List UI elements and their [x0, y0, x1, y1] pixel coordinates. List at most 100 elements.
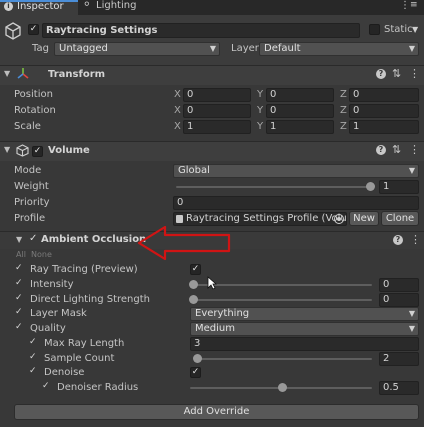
rotation-y-field[interactable]: 0 — [266, 104, 334, 118]
more-icon[interactable]: ⋮ — [400, 0, 410, 11]
weight-label: Weight — [14, 181, 49, 192]
weight-slider-track[interactable] — [176, 186, 372, 188]
profile-asset-icon — [176, 215, 183, 223]
override-check-icon[interactable]: ✓ — [15, 263, 23, 273]
volume-enabled-checkbox[interactable]: ✓ — [32, 146, 43, 157]
mode-dropdown[interactable]: Global ▼ — [173, 164, 419, 178]
sample-count-slider-thumb[interactable] — [193, 354, 202, 363]
weight-slider-thumb[interactable] — [366, 182, 375, 191]
help-icon[interactable]: ? — [376, 69, 386, 79]
axis-z-label: Z — [340, 121, 347, 132]
intensity-slider-thumb[interactable] — [189, 280, 198, 289]
layer-mask-dropdown[interactable]: Everything ▼ — [190, 307, 419, 321]
none-toggle[interactable]: None — [31, 250, 52, 259]
position-label: Position — [14, 89, 53, 100]
dls-field[interactable]: 0 — [379, 293, 419, 307]
gameobject-cube-icon — [4, 22, 22, 40]
quality-value: Medium — [195, 323, 235, 334]
tag-value: Untagged — [59, 43, 108, 54]
profile-label: Profile — [14, 213, 46, 224]
axis-x-label: X — [174, 121, 181, 132]
menu-icon[interactable]: ≡ — [410, 0, 418, 10]
clone-profile-button[interactable]: Clone — [381, 211, 419, 226]
active-checkbox[interactable]: ✓ — [28, 24, 39, 35]
axis-x-label: X — [174, 105, 181, 116]
axis-y-label: Y — [257, 121, 264, 132]
more-icon[interactable]: ⋮ — [409, 143, 420, 156]
tab-lighting[interactable]: ⚪ Lighting — [80, 0, 152, 15]
dls-slider-track[interactable] — [194, 299, 372, 301]
override-check-icon[interactable]: ✓ — [15, 293, 23, 303]
sample-count-field[interactable]: 2 — [379, 352, 419, 366]
position-x-field[interactable]: 0 — [183, 88, 251, 102]
override-check-icon[interactable]: ✓ — [29, 366, 37, 376]
quality-dropdown[interactable]: Medium ▼ — [190, 322, 419, 336]
help-icon[interactable]: ? — [376, 145, 386, 155]
chevron-down-icon: ▼ — [408, 309, 415, 318]
override-check-icon[interactable]: ✓ — [15, 307, 23, 317]
position-y-field[interactable]: 0 — [266, 88, 334, 102]
rotation-x-field[interactable]: 0 — [183, 104, 251, 118]
intensity-field[interactable]: 0 — [379, 278, 419, 292]
override-check-icon[interactable]: ✓ — [15, 322, 23, 332]
static-checkbox[interactable] — [369, 24, 380, 35]
info-icon: i — [4, 2, 13, 11]
help-icon[interactable]: ? — [393, 235, 403, 245]
tab-label: Lighting — [96, 0, 137, 11]
chevron-down-icon: ▼ — [408, 166, 415, 175]
weight-field[interactable]: 1 — [379, 180, 419, 194]
override-check-icon[interactable]: ✓ — [15, 278, 23, 288]
add-override-button[interactable]: Add Override — [14, 404, 419, 420]
presets-icon[interactable]: ⇅ — [392, 143, 401, 156]
new-profile-button[interactable]: New — [349, 211, 379, 226]
foldout-arrow-icon: ▼ — [16, 235, 23, 244]
axis-y-label: Y — [257, 89, 264, 100]
cursor-icon — [207, 276, 218, 293]
priority-label: Priority — [14, 197, 50, 208]
denoise-label: Denoise — [44, 367, 85, 378]
scale-z-field[interactable]: 1 — [349, 120, 419, 134]
scale-label: Scale — [14, 121, 41, 132]
ao-enabled-check-icon[interactable]: ✓ — [29, 233, 37, 244]
more-icon[interactable]: ⋮ — [409, 67, 420, 80]
axis-z-label: Z — [340, 89, 347, 100]
chevron-down-icon: ▼ — [209, 44, 216, 53]
denoiser-radius-field[interactable]: 0.5 — [379, 381, 419, 395]
tab-inspector[interactable]: i Inspector — [0, 0, 78, 15]
more-icon[interactable]: ⋮ — [410, 233, 421, 246]
priority-field[interactable]: 0 — [173, 196, 419, 210]
override-check-icon[interactable]: ✓ — [42, 381, 50, 391]
position-z-field[interactable]: 0 — [349, 88, 419, 102]
intensity-label: Intensity — [30, 279, 74, 290]
override-check-icon[interactable]: ✓ — [29, 352, 37, 362]
scale-x-field[interactable]: 1 — [183, 120, 251, 134]
override-check-icon[interactable]: ✓ — [29, 337, 37, 347]
chevron-down-icon: ▼ — [408, 324, 415, 333]
denoise-checkbox[interactable]: ✓ — [190, 367, 201, 378]
denoiser-radius-slider-thumb[interactable] — [278, 383, 287, 392]
static-dropdown-icon[interactable]: ▼ — [412, 25, 418, 34]
presets-icon[interactable]: ⇅ — [392, 67, 401, 80]
scale-y-field[interactable]: 1 — [266, 120, 334, 134]
object-picker-icon[interactable] — [334, 214, 344, 224]
volume-title: Volume — [48, 145, 90, 156]
dls-slider-thumb[interactable] — [189, 295, 198, 304]
transform-header[interactable]: ▼ Transform ? ⇅ ⋮ — [0, 65, 424, 85]
intensity-slider-track[interactable] — [194, 284, 372, 286]
max-ray-length-label: Max Ray Length — [44, 338, 125, 349]
tag-dropdown[interactable]: Untagged ▼ — [54, 42, 220, 56]
sample-count-slider-track[interactable] — [198, 358, 372, 360]
tab-label: Inspector — [17, 1, 64, 12]
volume-header[interactable]: ▼ ✓ Volume ? ⇅ ⋮ — [0, 141, 424, 161]
static-label: Static — [384, 24, 413, 35]
rotation-label: Rotation — [14, 105, 56, 116]
denoiser-radius-label: Denoiser Radius — [57, 382, 139, 393]
ray-tracing-label: Ray Tracing (Preview) — [30, 264, 138, 275]
object-name-field[interactable]: Raytracing Settings — [42, 23, 360, 38]
max-ray-length-field[interactable]: 3 — [190, 337, 419, 351]
ray-tracing-checkbox[interactable]: ✓ — [190, 264, 201, 275]
axis-z-label: Z — [340, 105, 347, 116]
all-toggle[interactable]: All — [16, 250, 26, 259]
rotation-z-field[interactable]: 0 — [349, 104, 419, 118]
layer-dropdown[interactable]: Default ▼ — [259, 42, 419, 56]
